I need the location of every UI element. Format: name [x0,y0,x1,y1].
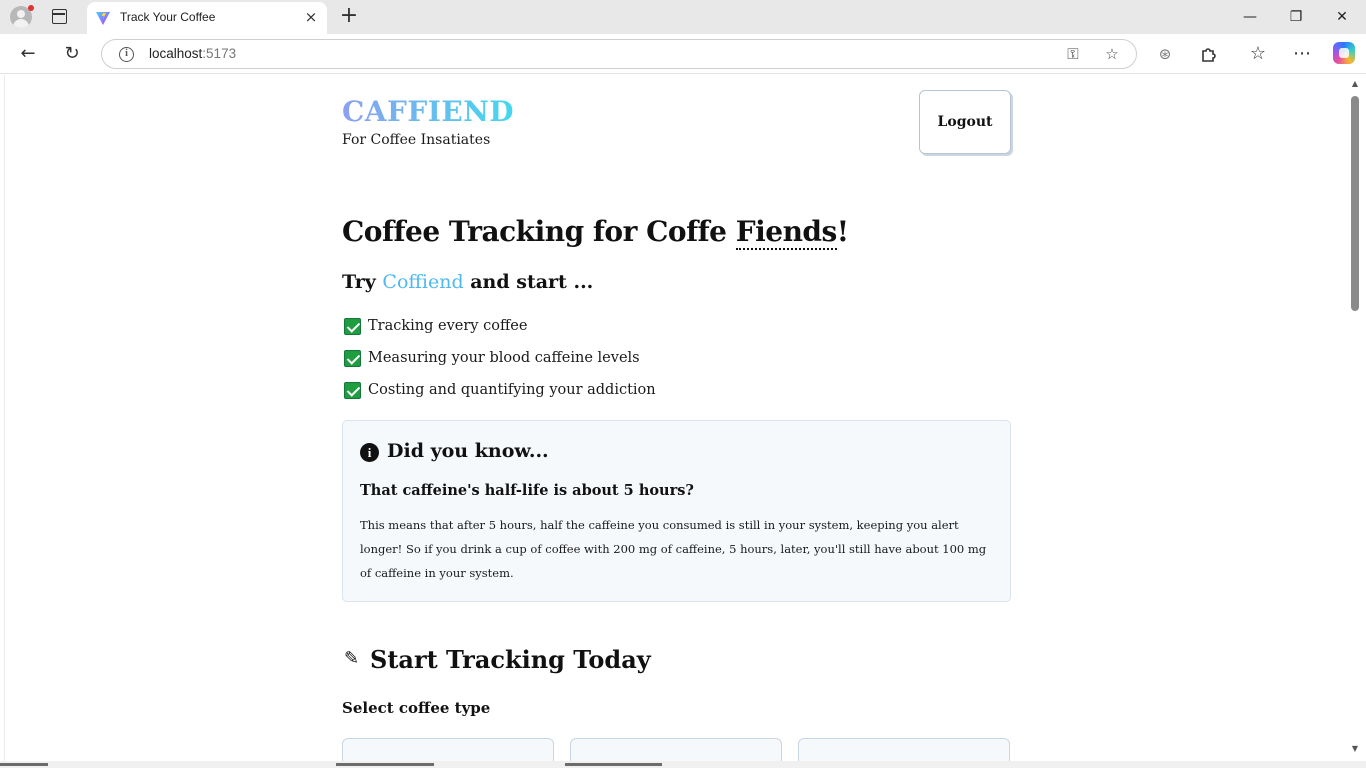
tab-title: Track Your Coffee [120,10,216,24]
window-bottom-edge [0,761,1366,768]
brand-tagline: For Coffee Insatiates [342,132,491,148]
tab-close-icon[interactable]: × [303,9,319,25]
page-scrollbar[interactable]: ▲ ▼ [1348,75,1362,761]
start-tracking-title: Start Tracking Today [370,645,651,674]
more-options-icon[interactable]: ⋯ [1290,42,1314,66]
address-bar[interactable]: i localhost:5173 ⚿ ☆ [101,39,1137,69]
feature-text: Measuring your blood caffeine levels [368,350,640,366]
browser-toolbar: ← ↻ i localhost:5173 ⚿ ☆ ⊛ ☆ ⋯ [0,34,1366,74]
minimize-icon[interactable]: — [1239,6,1261,28]
reload-icon[interactable]: ↻ [60,42,84,66]
extension-icon[interactable]: ⊛ [1153,42,1177,66]
close-window-icon[interactable]: ✕ [1331,6,1353,28]
favorites-icon[interactable]: ☆ [1246,42,1270,66]
coffee-type-option[interactable] [798,738,1010,761]
notification-dot [28,5,34,11]
extensions-puzzle-icon[interactable] [1198,42,1222,66]
scroll-up-icon[interactable]: ▲ [1350,79,1360,89]
restore-icon[interactable]: ❐ [1285,6,1307,28]
did-you-know-body: This means that after 5 hours, half the … [360,518,987,580]
info-circle-icon: i [360,443,379,462]
hero-subtitle-accent: Coffiend [382,271,464,293]
scroll-down-icon[interactable]: ▼ [1350,744,1360,754]
browser-tab-bar: Track Your Coffee × + — ❐ ✕ [0,0,1366,34]
feature-text: Tracking every coffee [368,318,528,334]
vite-favicon-icon [96,12,110,25]
tab-track-your-coffee[interactable]: Track Your Coffee × [87,2,327,34]
hero-title: Coffee Tracking for Coffe Fiends! [342,215,849,250]
copilot-icon[interactable] [1333,42,1355,64]
brand-logo-text: CAFFIEND [342,95,515,128]
new-tab-icon[interactable]: + [339,4,359,28]
check-icon [344,382,361,399]
feature-text: Costing and quantifying your addiction [368,382,656,398]
hero-title-fiends: Fiends [735,215,837,250]
key-icon[interactable]: ⚿ [1063,44,1083,64]
logout-button[interactable]: Logout [919,90,1011,154]
favorite-star-icon[interactable]: ☆ [1102,44,1122,64]
check-icon [344,318,361,335]
site-info-icon[interactable]: i [119,47,134,62]
check-icon [344,350,361,367]
page-viewport: CAFFIEND For Coffee Insatiates Logout Co… [4,75,1348,761]
tab-actions-icon[interactable] [52,9,67,24]
coffee-type-option[interactable] [570,738,782,761]
hero-subtitle: Try Coffiend and start ... [342,271,594,293]
did-you-know-card: i Did you know... That caffeine's half-l… [342,420,1011,602]
coffee-type-option[interactable] [342,738,554,761]
url-text[interactable]: localhost:5173 [149,46,236,61]
select-coffee-type-label: Select coffee type [342,699,491,717]
did-you-know-title: Did you know... [387,440,549,462]
did-you-know-question: That caffeine's half-life is about 5 hou… [360,482,694,499]
scrollbar-thumb[interactable] [1351,96,1359,311]
back-icon[interactable]: ← [16,42,40,66]
pencil-icon: ✎ [344,648,360,669]
